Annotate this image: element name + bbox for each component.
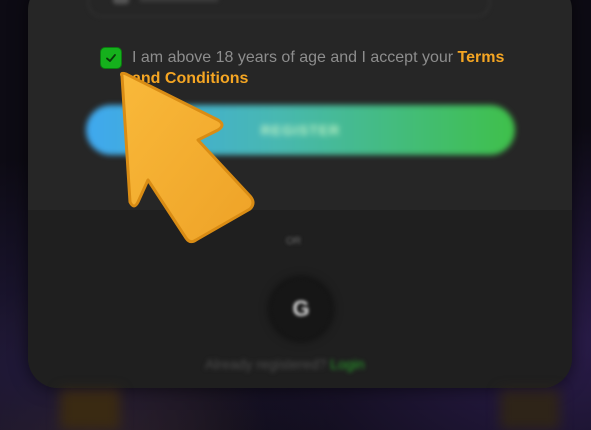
already-registered-text: Already registered? <box>205 356 327 372</box>
register-button-label: REGISTER <box>260 122 341 138</box>
phone-icon <box>113 0 129 4</box>
terms-checkbox[interactable] <box>100 47 122 69</box>
checkmark-icon <box>106 54 116 62</box>
phone-field-placeholder <box>139 0 219 2</box>
already-registered: Already registered? Login <box>205 356 365 372</box>
phone-field[interactable] <box>88 0 490 17</box>
bottom-glow-left <box>60 390 120 430</box>
google-icon: G <box>292 296 310 321</box>
hand-pointer-arrow-icon <box>120 71 255 244</box>
bottom-glow-right <box>500 390 560 430</box>
login-link[interactable]: Login <box>330 356 364 372</box>
google-login-button[interactable]: G <box>271 279 331 339</box>
divider-text: OR <box>286 236 301 247</box>
terms-label: I am above 18 years of age and I accept … <box>132 49 458 66</box>
